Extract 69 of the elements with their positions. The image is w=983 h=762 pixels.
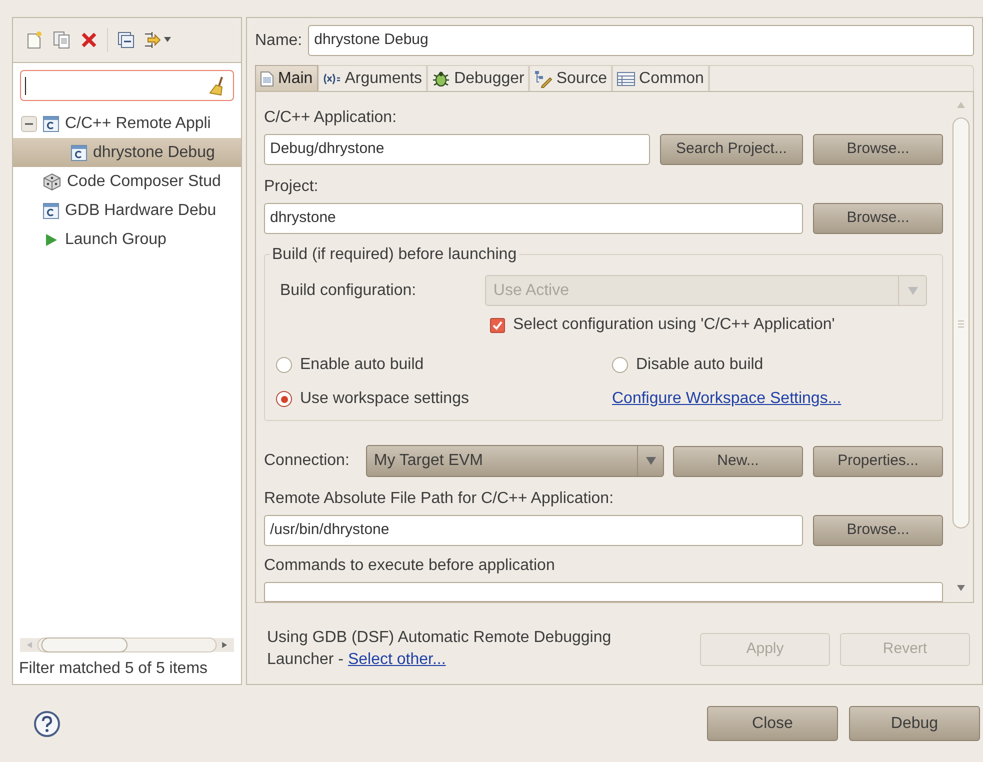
tree-item-label: Code Composer Stud xyxy=(67,172,221,192)
tree-item[interactable]: Code Composer Stud xyxy=(13,167,241,196)
tab[interactable]: Debugger xyxy=(427,65,530,91)
source-tree-icon xyxy=(534,70,552,88)
radio-button[interactable] xyxy=(276,357,292,373)
tab[interactable]: Arguments xyxy=(318,65,428,91)
tree-item-label: GDB Hardware Debu xyxy=(65,200,216,220)
commands-field[interactable] xyxy=(264,582,943,602)
variable-icon xyxy=(322,72,341,84)
remote-path-field[interactable]: /usr/bin/dhrystone xyxy=(264,515,803,546)
select-other-link[interactable]: Select other... xyxy=(348,651,446,668)
c-file-icon xyxy=(43,202,59,218)
tree-item[interactable]: Launch Group xyxy=(13,225,241,254)
browse-button[interactable]: Browse... xyxy=(813,515,943,546)
horizontal-scrollbar[interactable] xyxy=(20,636,234,654)
c-file-icon xyxy=(43,116,59,132)
field-label: Project: xyxy=(264,177,320,197)
table-icon xyxy=(617,72,636,86)
application-field[interactable]: Debug/dhrystone xyxy=(264,134,650,165)
checkbox-label: Select configuration using 'C/C++ Application' xyxy=(513,315,835,335)
collapse-all-icon[interactable] xyxy=(118,32,134,48)
new-connection-button[interactable]: New... xyxy=(673,446,803,476)
tree-item-label: C/C++ Remote Appli xyxy=(65,114,211,134)
cube-icon xyxy=(43,172,61,190)
tree-item[interactable]: C/C++ Remote Appli xyxy=(13,109,241,138)
configure-workspace-link[interactable]: Configure Workspace Settings... xyxy=(612,387,842,411)
field-label: C/C++ Application: xyxy=(264,108,398,128)
connection-label: Connection: xyxy=(264,451,350,471)
filter-menu-icon[interactable] xyxy=(144,31,172,49)
collapse-toggle[interactable] xyxy=(21,116,37,132)
tab[interactable]: Source xyxy=(529,65,612,91)
bug-icon xyxy=(432,70,450,88)
tab[interactable]: Main xyxy=(255,65,318,91)
properties-button[interactable]: Properties... xyxy=(813,446,943,476)
dropdown-arrow-icon xyxy=(908,286,918,294)
field-label: Commands to execute before application xyxy=(264,556,556,576)
duplicate-icon[interactable] xyxy=(53,31,71,49)
delete-icon[interactable] xyxy=(81,32,97,48)
radio-label: Use workspace settings xyxy=(300,389,469,409)
tree-item-label: dhrystone Debug xyxy=(93,142,215,162)
dropdown-arrow-icon xyxy=(646,457,656,465)
document-icon xyxy=(260,70,274,86)
tree-item-label: Launch Group xyxy=(65,230,166,250)
name-field[interactable]: dhrystone Debug xyxy=(308,25,974,56)
filter-status: Filter matched 5 of 5 items xyxy=(18,659,209,679)
radio-label: Disable auto build xyxy=(636,355,764,375)
name-label: Name: xyxy=(255,30,302,50)
radio-label: Enable auto build xyxy=(300,355,424,375)
launcher-text: Using GDB (DSF) Automatic Remote Debugging Launcher - Select other... xyxy=(267,628,612,670)
project-field[interactable]: dhrystone xyxy=(264,203,803,234)
close-button[interactable]: Close xyxy=(707,706,838,741)
tab[interactable]: Common xyxy=(612,65,709,91)
browse-button[interactable]: Browse... xyxy=(813,203,943,234)
connection-dropdown[interactable]: My Target EVM xyxy=(366,445,664,477)
play-icon xyxy=(43,232,59,248)
radio-button[interactable] xyxy=(276,391,292,407)
help-icon[interactable] xyxy=(33,710,61,738)
debug-button[interactable]: Debug xyxy=(849,706,980,741)
build-config-label: Build configuration: xyxy=(280,280,418,300)
checkbox[interactable] xyxy=(490,318,505,332)
tree-item[interactable]: GDB Hardware Debu xyxy=(13,196,241,225)
tree-item[interactable]: dhrystone Debug xyxy=(13,138,241,167)
field-label: Remote Absolute File Path for C/C++ Application: xyxy=(264,489,615,509)
new-config-icon[interactable] xyxy=(27,31,43,49)
radio-button[interactable] xyxy=(612,357,628,373)
browse-button[interactable]: Browse... xyxy=(813,134,943,165)
filter-field[interactable] xyxy=(20,70,234,101)
c-file-icon xyxy=(71,144,87,160)
search-project-button[interactable]: Search Project... xyxy=(660,134,803,165)
